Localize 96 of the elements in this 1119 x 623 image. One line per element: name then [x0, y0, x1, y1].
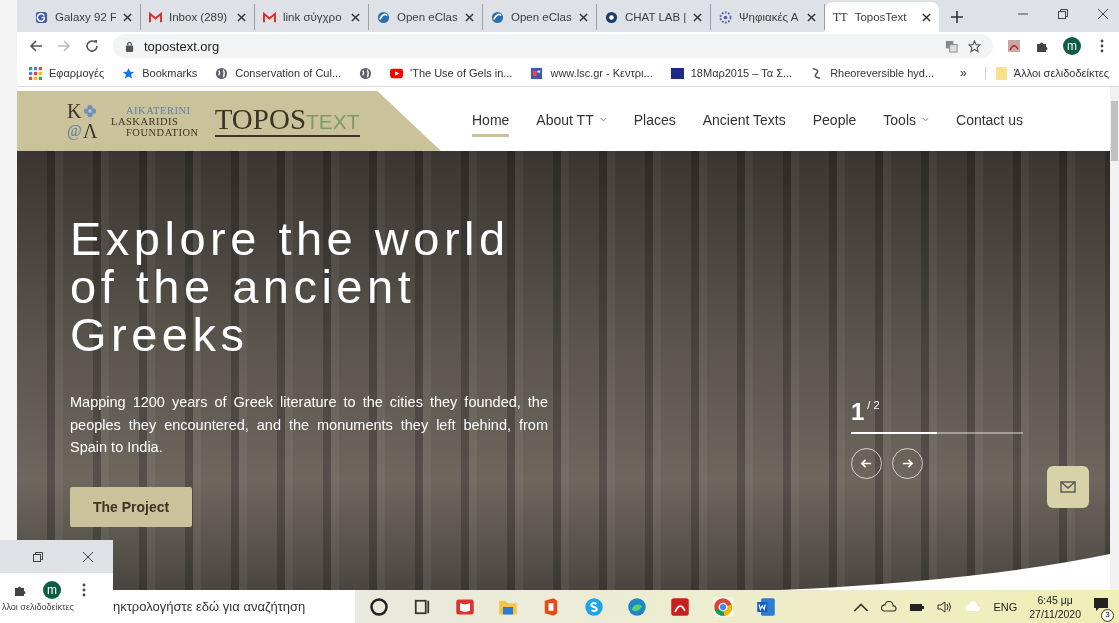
close-icon[interactable]	[693, 12, 702, 22]
bookmark-folder-label[interactable]: λλοι σελιδοδείκτες	[0, 602, 113, 612]
pdf-app-icon[interactable]	[670, 596, 690, 617]
nav-link[interactable]: Contact us	[956, 105, 1023, 137]
edge-logo-icon[interactable]	[627, 596, 647, 617]
close-icon[interactable]	[82, 550, 94, 563]
monogram-letter: Λ	[83, 121, 99, 141]
bookmark[interactable]	[359, 66, 373, 80]
translate-icon[interactable]	[945, 39, 958, 53]
browser-tab[interactable]: Open eClas	[483, 4, 597, 30]
hero-title: Explore the world of the ancient Greeks	[70, 215, 511, 359]
star-icon	[122, 66, 136, 80]
close-icon[interactable]	[123, 12, 132, 22]
apps-grid-icon	[29, 66, 42, 80]
contact-mail-button[interactable]	[1047, 466, 1089, 508]
back-icon[interactable]	[29, 39, 43, 53]
foundation-name: FOUNDATION	[125, 126, 199, 138]
flower-logo-icon	[719, 10, 732, 24]
speaker-icon[interactable]	[937, 600, 954, 613]
browser-tab[interactable]: CHAT LAB |	[597, 4, 711, 30]
close-icon[interactable]	[237, 12, 246, 22]
other-bookmarks-folder[interactable]: Άλλοι σελιδοδείκτες	[984, 66, 1109, 80]
nav-link[interactable]: Tools	[883, 105, 929, 137]
word-logo-icon[interactable]	[756, 596, 776, 617]
globe-icon	[215, 66, 229, 80]
profile-avatar[interactable]: m	[43, 581, 61, 599]
project-button[interactable]: The Project	[70, 486, 193, 527]
profile-avatar[interactable]: m	[1063, 37, 1081, 55]
skype-logo-icon[interactable]	[584, 596, 604, 617]
restore-icon[interactable]	[1057, 8, 1069, 20]
cortana-icon[interactable]	[369, 596, 389, 617]
ert-logo-icon	[670, 67, 684, 79]
taskbar-search-field[interactable]: ηκτρολογήστε εδώ για αναζήτηση	[113, 590, 355, 623]
mail-logo-icon	[263, 10, 276, 24]
swirl-logo-icon	[491, 10, 504, 24]
browser-tab[interactable]: link σύγχρο	[255, 4, 369, 30]
caret-icon	[599, 117, 607, 122]
scrollbar[interactable]	[1110, 87, 1119, 590]
browser-tab[interactable]: Inbox (289)	[141, 4, 255, 30]
browser-tab[interactable]: Open eClas	[369, 4, 483, 30]
notification-count: 3	[1101, 608, 1114, 622]
bookmark[interactable]: Rheoreversible hyd...	[810, 66, 935, 80]
pdf-extension-icon[interactable]	[1007, 39, 1021, 53]
language-indicator[interactable]: ENG	[993, 600, 1018, 613]
close-icon[interactable]	[807, 12, 816, 22]
cloud-icon[interactable]	[881, 600, 898, 613]
slide-number: 1	[851, 399, 865, 425]
foundation-name: LASKARIDIS	[111, 115, 180, 127]
notification-icon[interactable]	[1093, 596, 1109, 613]
tt-logo-icon: TT	[833, 11, 848, 23]
flower-icon	[83, 104, 97, 118]
swirl-logo-icon	[377, 10, 390, 24]
bookmark[interactable]: www.lsc.gr - Κεντρι...	[530, 66, 653, 80]
caret-icon	[922, 117, 929, 122]
bookmark[interactable]: 18Μαρ2015 – Τα Σ...	[670, 67, 793, 79]
site-logo[interactable]: TOPOSTEXT	[214, 105, 360, 137]
close-icon[interactable]	[351, 12, 360, 22]
nav-link[interactable]: People	[812, 105, 857, 137]
mail-logo-icon	[149, 10, 162, 24]
bookmark[interactable]: Εφαρμογές	[29, 66, 105, 80]
monogram-letter: Κ	[67, 101, 83, 121]
nav-link[interactable]: Home	[472, 105, 510, 137]
bookmark[interactable]: Conservation of Cul...	[215, 66, 342, 80]
circle-logo-icon	[605, 10, 618, 24]
globe-icon	[359, 66, 373, 80]
close-icon[interactable]	[465, 12, 474, 22]
arrow-right-icon	[901, 457, 914, 470]
reload-icon[interactable]	[85, 39, 99, 53]
nav-link[interactable]: About TT	[536, 105, 607, 137]
new-tab-icon[interactable]	[951, 11, 963, 23]
restore-icon[interactable]	[32, 550, 44, 563]
slide-total: / 2	[867, 399, 880, 411]
arrow-left-icon	[860, 457, 873, 470]
hero-text: Mapping 1200 years of Greek literature to the cities they founded, the peoples they encountered, and the monuments they left behind, from Spain to India.	[70, 393, 548, 457]
close-icon[interactable]	[1097, 8, 1109, 20]
nav-link[interactable]: Places	[633, 105, 676, 137]
bookmark[interactable]: 'The Use of Gels in...	[390, 66, 513, 80]
mail-icon	[1060, 481, 1076, 493]
address-bar[interactable]: topostext.org	[113, 34, 993, 58]
folder-icon	[995, 66, 1007, 80]
foundation-name: AIKATERINI	[125, 104, 192, 116]
monogram-letter: @	[67, 121, 83, 141]
newspaper-logo-icon	[530, 66, 544, 80]
browser-tab[interactable]: TT ToposText	[825, 2, 939, 32]
browser-tab[interactable]: Galaxy 92 F	[27, 4, 141, 30]
youtube-logo-icon	[390, 66, 404, 80]
close-icon[interactable]	[579, 12, 588, 22]
lock-icon	[125, 40, 134, 52]
clock[interactable]: 6:45 μμ 27/11/2020	[1029, 592, 1081, 621]
g-logo-icon	[35, 10, 48, 24]
close-icon[interactable]	[922, 12, 931, 22]
star-icon[interactable]	[968, 39, 981, 53]
bookmark[interactable]: Bookmarks	[122, 66, 198, 80]
nav-link[interactable]: Ancient Texts	[702, 105, 786, 137]
chrome-logo-icon[interactable]	[713, 596, 733, 617]
more-bookmarks-button[interactable]: »	[960, 66, 967, 80]
